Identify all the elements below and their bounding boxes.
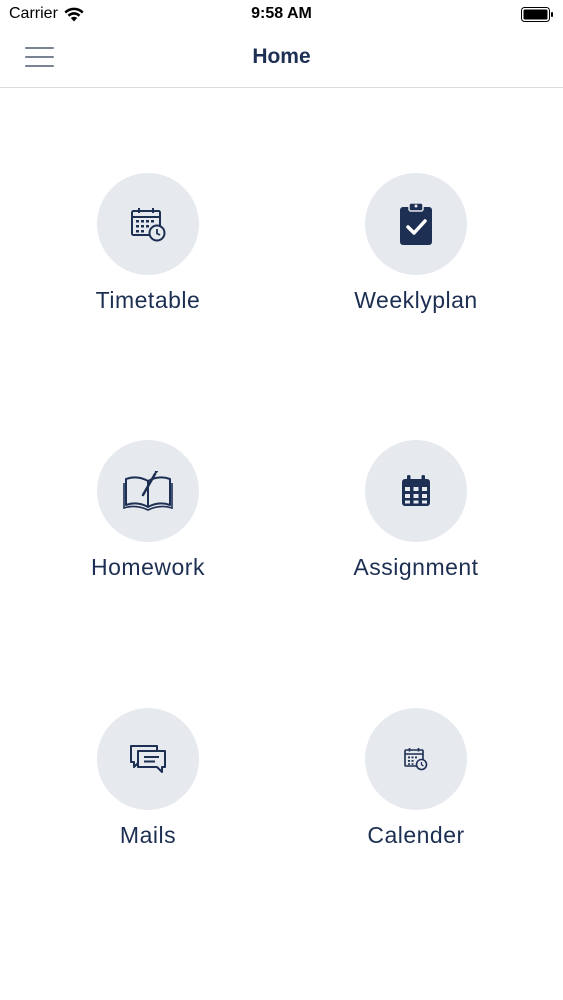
battery-icon: [521, 7, 553, 22]
tile-icon-circle: [97, 173, 199, 275]
tile-homework[interactable]: Homework: [28, 440, 268, 581]
tile-icon-circle: [365, 708, 467, 810]
tile-icon-circle: [365, 440, 467, 542]
open-book-pen-icon: [123, 471, 173, 511]
clipboard-check-icon: [400, 202, 432, 245]
home-screen: Carrier 9:58 AM Home Timetable Weeklypla…: [0, 0, 563, 1000]
tile-label: Weeklyplan: [354, 287, 478, 313]
status-time: 9:58 AM: [251, 5, 312, 22]
tile-weeklyplan[interactable]: Weeklyplan: [296, 173, 536, 314]
tile-label: Assignment: [353, 554, 479, 580]
tile-label: Timetable: [95, 287, 201, 313]
calendar-grid-icon: [402, 475, 430, 506]
tile-label: Homework: [91, 554, 205, 580]
tile-mails[interactable]: Mails: [28, 708, 268, 849]
navigation-bar: Home: [0, 30, 563, 88]
calendar-clock-small-icon: [404, 748, 428, 771]
tile-label: Calender: [367, 822, 465, 848]
tile-label: Mails: [119, 822, 177, 848]
tile-calender[interactable]: Calender: [296, 708, 536, 849]
calendar-clock-icon: [131, 208, 166, 242]
page-title: Home: [252, 45, 311, 68]
tile-timetable[interactable]: Timetable: [28, 173, 268, 314]
chat-bubbles-icon: [130, 745, 166, 773]
status-bar: Carrier 9:58 AM: [0, 0, 563, 30]
tile-assignment[interactable]: Assignment: [296, 440, 536, 581]
tile-icon-circle: [97, 440, 199, 542]
tile-icon-circle: [97, 708, 199, 810]
tile-icon-circle: [365, 173, 467, 275]
